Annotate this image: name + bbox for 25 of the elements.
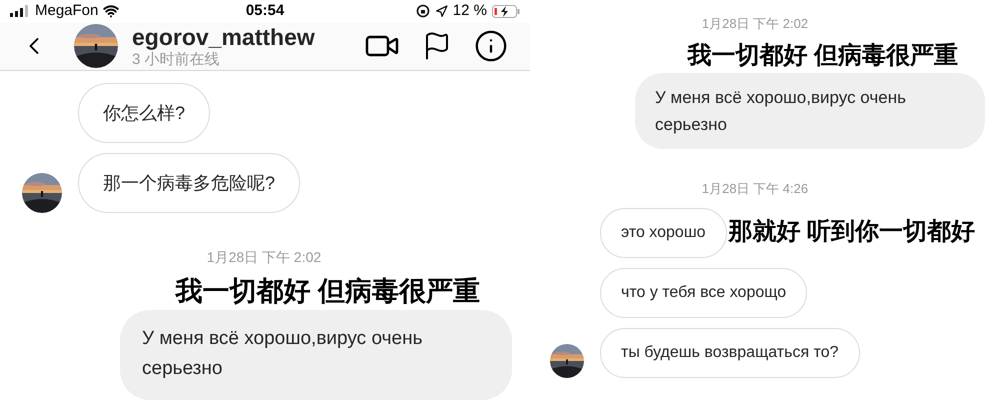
received-message-bubble: это хорошо — [600, 208, 727, 258]
translation-caption: 那就好 听到你一切都好 — [728, 218, 976, 244]
sent-message-bubble: У меня всё хорошо,вирус очень серьезно — [635, 72, 985, 148]
sent-message-bubble: У меня всё хорошо,вирус очень серьезно — [120, 310, 512, 400]
info-icon — [474, 29, 508, 64]
received-message-bubble: 那一个病毒多危险呢? — [78, 153, 300, 213]
translation-caption: 我一切都好 但病毒很严重 — [175, 276, 480, 306]
location-icon — [434, 4, 448, 18]
battery-charging-icon — [492, 4, 520, 18]
timestamp: 1月28日 下午 4:26 — [702, 180, 808, 198]
info-button[interactable] — [474, 29, 508, 64]
received-message-bubble: 你怎么样? — [78, 83, 210, 143]
battery-percent: 12 % — [452, 1, 487, 21]
wifi-icon — [103, 3, 120, 20]
rotation-lock-icon — [416, 4, 430, 18]
signal-icon — [10, 5, 30, 18]
username: egorov_matthew — [132, 22, 315, 52]
clock-time: 05:54 — [246, 1, 284, 21]
timestamp: 1月28日 下午 2:02 — [702, 15, 808, 33]
received-message-bubble: что у тебя все хорощо — [600, 268, 808, 318]
carrier-name: MegaFon — [35, 1, 98, 21]
translation-caption: 我一切都好 但病毒很严重 — [687, 42, 958, 68]
timestamp: 1月28日 下午 2:02 — [206, 248, 322, 267]
received-message-bubble: ты будешь возвращаться то? — [600, 328, 860, 378]
last-seen-status: 3 小时前在线 — [132, 51, 221, 70]
